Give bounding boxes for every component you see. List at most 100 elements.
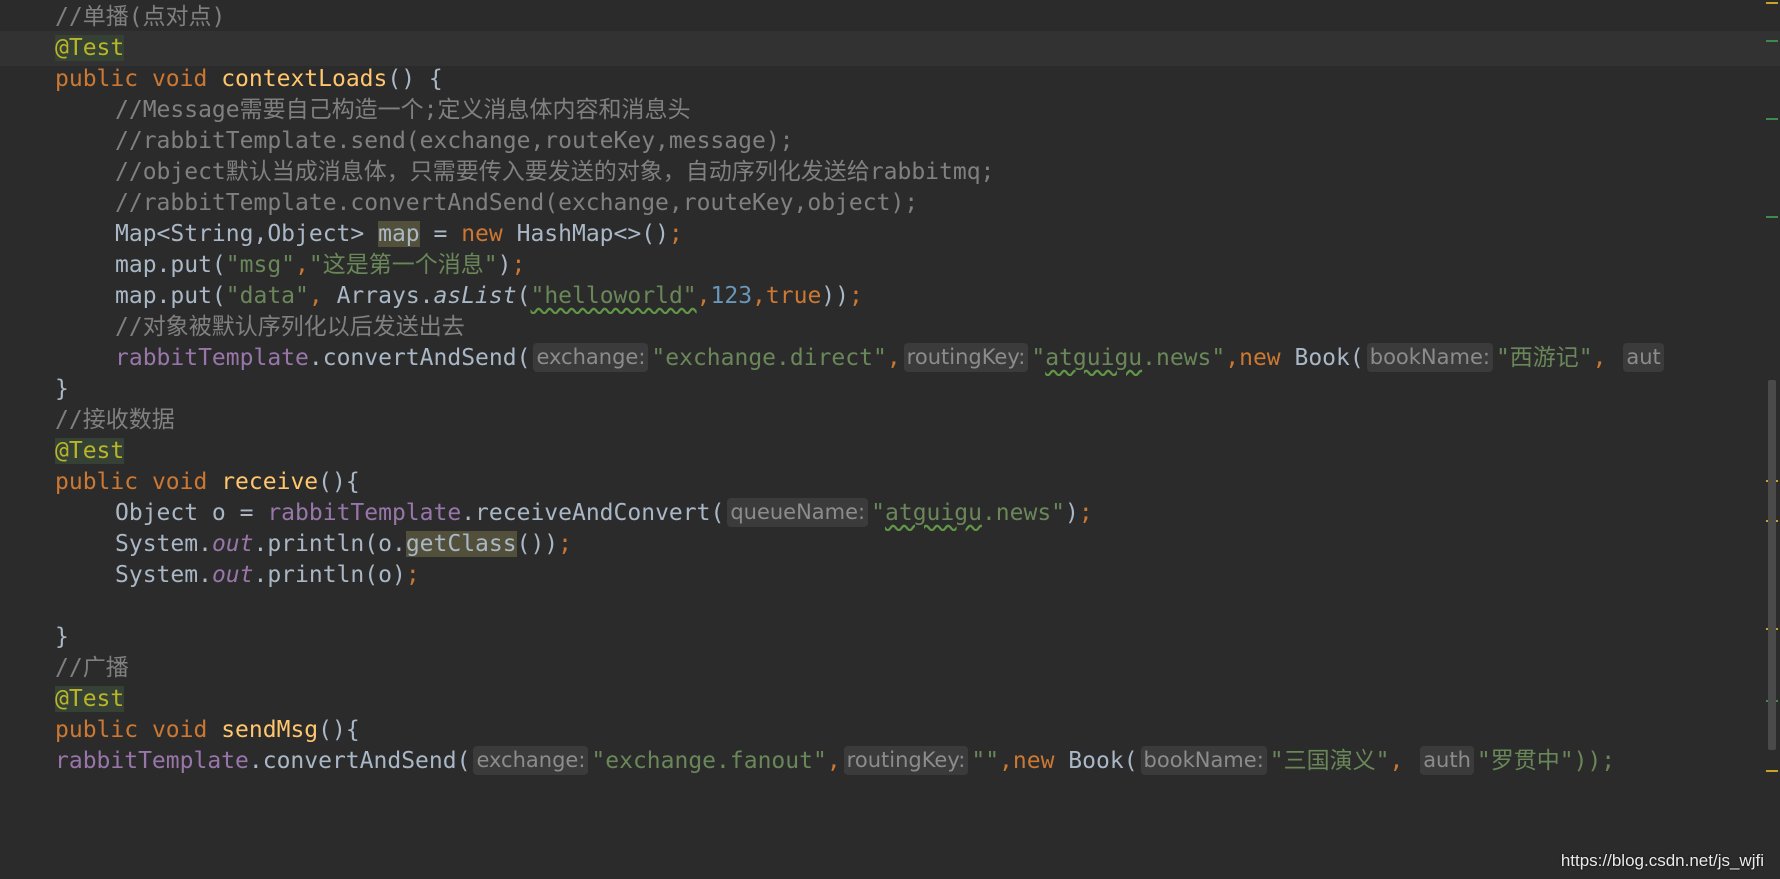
watermark: https://blog.csdn.net/js_wjfi — [1560, 851, 1764, 870]
vertical-scrollbar[interactable] — [1768, 380, 1776, 750]
method-name: contextLoads — [221, 66, 388, 92]
parameter-hint: routingKey: — [843, 746, 969, 775]
comment: //广播 — [55, 655, 129, 681]
parameter-hint: bookName: — [1366, 343, 1493, 372]
string: "exchange.fanout" — [591, 748, 827, 774]
parameter-hint: routingKey: — [903, 343, 1029, 372]
static-field: out — [211, 531, 254, 557]
keyword: public — [55, 469, 139, 495]
operator: = — [419, 221, 462, 247]
string: "" — [971, 748, 1000, 774]
call: map.put( — [115, 252, 226, 278]
field: rabbitTemplate — [115, 345, 309, 371]
code-line: //Message需要自己构造一个;定义消息体内容和消息头 — [0, 93, 1780, 128]
code-line: System.out.println(o); — [115, 562, 420, 588]
comment: //单播(点对点) — [55, 4, 226, 30]
code-line: Object o = rabbitTemplate.receiveAndConv… — [115, 498, 1093, 527]
string: "msg" — [225, 252, 296, 278]
code-line-current: @Test — [0, 31, 1780, 66]
constructor: Book( — [1054, 748, 1138, 774]
call: .receiveAndConvert( — [461, 500, 725, 526]
error-stripe-marker[interactable] — [1766, 2, 1778, 4]
code-line: @Test — [0, 682, 1780, 717]
change-stripe-marker[interactable] — [1766, 40, 1778, 42]
code-line: } — [55, 624, 69, 650]
method-name: sendMsg — [221, 717, 319, 743]
static-method: asList — [433, 283, 517, 309]
comment: //对象被默认序列化以后发送出去 — [115, 314, 465, 340]
keyword: new — [461, 221, 503, 247]
annotation: @Test — [55, 35, 125, 61]
call: map.put( — [115, 283, 226, 309]
code-line: //广播 — [0, 651, 1780, 686]
string: "三国演义" — [1269, 748, 1390, 774]
static-field: out — [211, 562, 254, 588]
call: .convertAndSend( — [308, 345, 531, 371]
string: "atguigu.news" — [1031, 345, 1226, 371]
parameter-hint: auth — [1420, 746, 1474, 775]
code-line: } — [55, 376, 69, 402]
class-ref: System. — [115, 531, 212, 557]
variable-map[interactable]: map — [378, 221, 420, 247]
comment: //rabbitTemplate.send(exchange,routeKey,… — [115, 128, 794, 154]
class-ref: Arrays. — [322, 283, 434, 309]
keyword: void — [151, 66, 208, 92]
annotation: @Test — [55, 438, 125, 464]
parameter-hint: bookName: — [1140, 746, 1267, 775]
keyword: new — [1239, 345, 1281, 371]
code-editor[interactable]: //单播(点对点) @Test public void contextLoads… — [0, 0, 1780, 879]
code-line: @Test — [0, 434, 1780, 469]
string: "这是第一个消息" — [308, 252, 498, 278]
keyword: void — [151, 717, 208, 743]
code-line: Map<String,Object> map = new HashMap<>()… — [115, 221, 683, 247]
keyword: public — [55, 717, 139, 743]
string: "西游记" — [1495, 345, 1593, 371]
comment: //object默认当成消息体，只需要传入要发送的对象，自动序列化发送给rabb… — [115, 159, 995, 185]
code-line: rabbitTemplate.convertAndSend(exchange: "… — [55, 746, 1616, 775]
code-line: public void sendMsg(){ — [55, 717, 360, 743]
code-line: map.put("msg","这是第一个消息"); — [115, 252, 526, 278]
code-line: rabbitTemplate.convertAndSend(exchange: "… — [0, 341, 1780, 376]
string: "helloworld" — [530, 283, 697, 309]
parameter-hint: queueName: — [727, 498, 869, 527]
change-stripe-marker[interactable] — [1766, 216, 1778, 218]
keyword: true — [765, 283, 822, 309]
declaration: Object o = — [115, 500, 268, 526]
class-ref: System. — [115, 562, 212, 588]
annotation: @Test — [55, 686, 125, 712]
code-line: //object默认当成消息体，只需要传入要发送的对象，自动序列化发送给rabb… — [0, 155, 1780, 190]
code-line: //接收数据 — [0, 403, 1780, 438]
type: Map<String,Object> — [115, 221, 379, 247]
code-line: //对象被默认序列化以后发送出去 — [0, 310, 1780, 345]
parameter-hint: exchange: — [473, 746, 589, 775]
call: .println(o) — [253, 562, 406, 588]
change-stripe-marker[interactable] — [1766, 118, 1778, 120]
string: "exchange.direct" — [651, 345, 887, 371]
field: rabbitTemplate — [55, 748, 249, 774]
keyword: new — [1012, 748, 1055, 774]
warning-stripe-marker[interactable] — [1766, 770, 1778, 772]
parameter-hint: aut — [1623, 343, 1664, 372]
code-line: public void contextLoads() { — [55, 66, 443, 92]
comment: //rabbitTemplate.convertAndSend(exchange… — [115, 190, 919, 216]
number: 123 — [710, 283, 753, 309]
call: .println(o. — [253, 531, 406, 557]
parameter-hint: exchange: — [533, 343, 649, 372]
comment: //Message需要自己构造一个;定义消息体内容和消息头 — [115, 97, 691, 123]
call: .convertAndSend( — [248, 748, 471, 774]
code-line: //单播(点对点) — [0, 0, 1780, 35]
code-line: map.put("data", Arrays.asList("helloworl… — [115, 283, 863, 309]
method-name: receive — [221, 469, 319, 495]
code-line: //rabbitTemplate.convertAndSend(exchange… — [0, 186, 1780, 221]
constructor: HashMap<>() — [502, 221, 669, 247]
keyword: public — [55, 66, 139, 92]
code-line: public void receive(){ — [55, 469, 360, 495]
code-line: //rabbitTemplate.send(exchange,routeKey,… — [0, 124, 1780, 159]
method-getclass[interactable]: getClass — [405, 531, 517, 557]
string: "data" — [225, 283, 309, 309]
comment: //接收数据 — [55, 407, 175, 433]
keyword: void — [151, 469, 208, 495]
field: rabbitTemplate — [267, 500, 462, 526]
code-line: System.out.println(o.getClass()); — [115, 531, 572, 557]
